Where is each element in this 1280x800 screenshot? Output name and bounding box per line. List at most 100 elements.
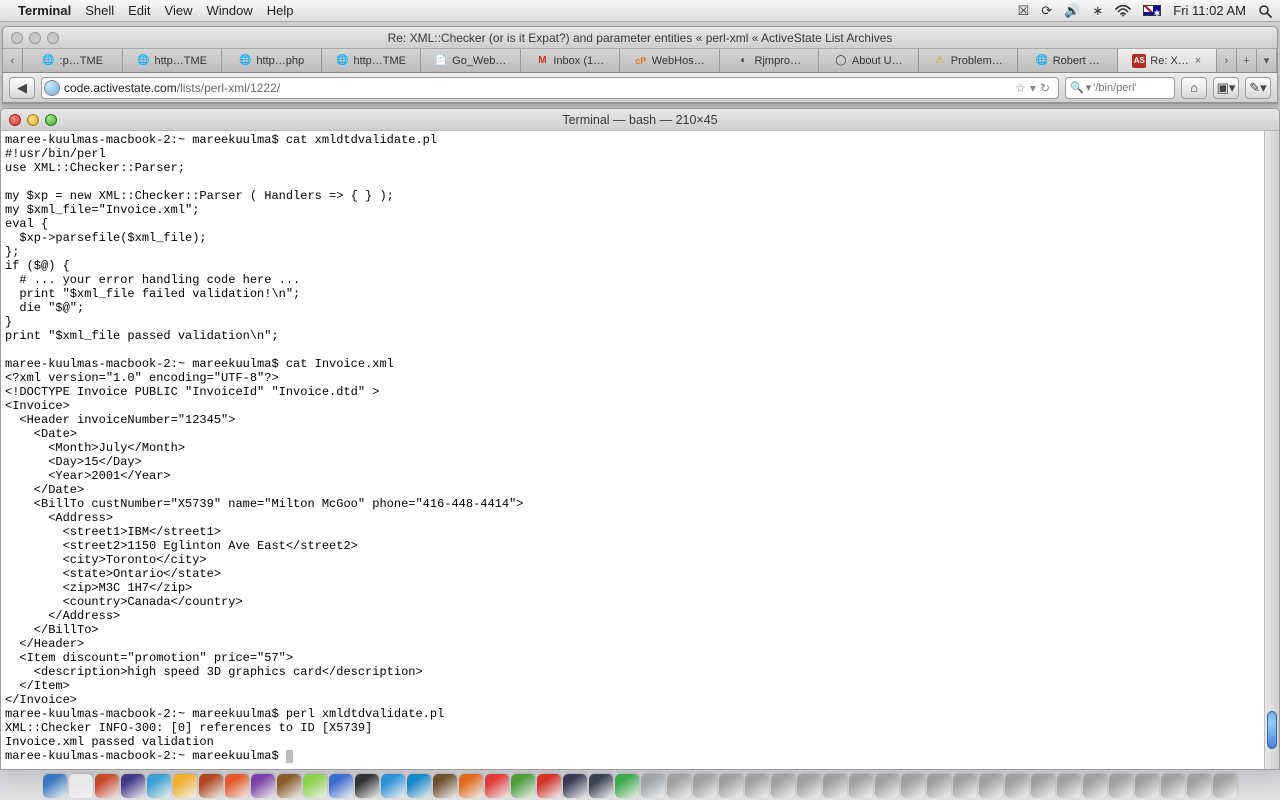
browser-tab[interactable]: 📄Go_Web… (421, 49, 521, 72)
dock-app-icon[interactable] (927, 774, 951, 798)
bluetooth-icon[interactable]: ∗ (1092, 3, 1103, 19)
dock-app-icon[interactable] (1109, 774, 1133, 798)
menu-view[interactable]: View (165, 3, 193, 18)
browser-tab[interactable]: 🌐:p…TME (23, 49, 123, 72)
dock[interactable] (0, 770, 1280, 800)
dock-app-icon[interactable] (381, 774, 405, 798)
dock-app-icon[interactable] (1161, 774, 1185, 798)
dock-app-icon[interactable] (1005, 774, 1029, 798)
inspector-button[interactable]: ✎▾ (1245, 77, 1271, 99)
dock-app-icon[interactable] (69, 774, 93, 798)
dock-app-icon[interactable] (979, 774, 1003, 798)
minimize-button[interactable] (29, 32, 41, 44)
browser-tab[interactable]: 🌐http…TME (123, 49, 223, 72)
zoom-button[interactable] (47, 32, 59, 44)
dock-app-icon[interactable] (875, 774, 899, 798)
notifications-icon[interactable]: ☒ (1018, 3, 1030, 19)
dock-app-icon[interactable] (849, 774, 873, 798)
minimize-button[interactable] (27, 114, 39, 126)
dock-app-icon[interactable] (95, 774, 119, 798)
back-button[interactable]: ◀ (9, 77, 35, 99)
dock-app-icon[interactable] (43, 774, 67, 798)
dock-app-icon[interactable] (199, 774, 223, 798)
safari-traffic-lights[interactable] (11, 32, 59, 44)
dock-app-icon[interactable] (537, 774, 561, 798)
dock-app-icon[interactable] (745, 774, 769, 798)
dock-app-icon[interactable] (407, 774, 431, 798)
home-button[interactable]: ⌂ (1181, 77, 1207, 99)
terminal-output[interactable]: maree-kuulmas-macbook-2:~ mareekuulma$ c… (1, 131, 1279, 769)
dock-app-icon[interactable] (433, 774, 457, 798)
menubar-clock[interactable]: Fri 11:02 AM (1173, 3, 1246, 18)
browser-tab[interactable]: 🌐http…php (222, 49, 322, 72)
dock-app-icon[interactable] (901, 774, 925, 798)
app-name[interactable]: Terminal (18, 3, 71, 18)
tab-overflow-left[interactable]: ‹ (3, 49, 23, 72)
zoom-button[interactable] (45, 114, 57, 126)
new-tab-button[interactable]: + (1237, 49, 1257, 72)
dock-app-icon[interactable] (277, 774, 301, 798)
browser-tab[interactable]: ⚠Problem… (919, 49, 1019, 72)
flag-icon[interactable] (1143, 5, 1161, 16)
dock-app-icon[interactable] (147, 774, 171, 798)
dock-app-icon[interactable] (615, 774, 639, 798)
dock-app-icon[interactable] (355, 774, 379, 798)
dock-app-icon[interactable] (1031, 774, 1055, 798)
search-field[interactable]: 🔍 ▾ '/bin/perl' (1065, 77, 1175, 99)
timemachine-icon[interactable]: ⟳ (1041, 3, 1052, 19)
tab-label: http…TME (353, 55, 406, 67)
volume-icon[interactable]: 🔊 (1064, 3, 1080, 19)
dock-app-icon[interactable] (485, 774, 509, 798)
dock-app-icon[interactable] (251, 774, 275, 798)
browser-tab[interactable]: MInbox (1… (521, 49, 621, 72)
menu-help[interactable]: Help (267, 3, 294, 18)
terminal-traffic-lights[interactable] (9, 114, 57, 126)
reader-icon[interactable]: ☆ (1015, 81, 1026, 95)
close-button[interactable] (11, 32, 23, 44)
tab-close-icon[interactable]: × (1195, 55, 1201, 67)
browser-tab[interactable]: 🌐http…TME (322, 49, 422, 72)
dock-app-icon[interactable] (173, 774, 197, 798)
dock-app-icon[interactable] (1213, 774, 1237, 798)
dock-app-icon[interactable] (719, 774, 743, 798)
dock-app-icon[interactable] (771, 774, 795, 798)
dock-app-icon[interactable] (1135, 774, 1159, 798)
tab-overflow-right[interactable]: › (1217, 49, 1237, 72)
menu-edit[interactable]: Edit (128, 3, 150, 18)
browser-tab[interactable]: ◐Rjmpro… (720, 49, 820, 72)
dock-app-icon[interactable] (563, 774, 587, 798)
dock-app-icon[interactable] (511, 774, 535, 798)
dock-app-icon[interactable] (1083, 774, 1107, 798)
scrollbar-thumb[interactable] (1267, 711, 1277, 749)
menu-window[interactable]: Window (207, 3, 253, 18)
dock-app-icon[interactable] (121, 774, 145, 798)
browser-tab[interactable]: cPWebHos… (620, 49, 720, 72)
rss-icon[interactable]: ▾ (1030, 81, 1036, 95)
address-bar[interactable]: code.activestate.com /lists/perl-xml/122… (41, 77, 1059, 99)
browser-tab[interactable]: ◯About U… (819, 49, 919, 72)
reload-icon[interactable]: ↻ (1040, 81, 1050, 95)
dock-app-icon[interactable] (641, 774, 665, 798)
dock-app-icon[interactable] (589, 774, 613, 798)
dock-app-icon[interactable] (797, 774, 821, 798)
dock-app-icon[interactable] (225, 774, 249, 798)
dock-app-icon[interactable] (667, 774, 691, 798)
browser-tab[interactable]: ASRe: X…× (1118, 49, 1218, 72)
terminal-scrollbar[interactable] (1264, 131, 1279, 769)
dock-app-icon[interactable] (329, 774, 353, 798)
spotlight-icon[interactable] (1258, 4, 1272, 18)
dock-app-icon[interactable] (1187, 774, 1211, 798)
wifi-icon[interactable] (1115, 5, 1131, 17)
menu-shell[interactable]: Shell (85, 3, 114, 18)
close-button[interactable] (9, 114, 21, 126)
dock-app-icon[interactable] (823, 774, 847, 798)
dock-app-icon[interactable] (1057, 774, 1081, 798)
bookmarks-button[interactable]: ▣▾ (1213, 77, 1239, 99)
dock-app-icon[interactable] (459, 774, 483, 798)
browser-tab[interactable]: 🌐Robert … (1018, 49, 1118, 72)
dock-app-icon[interactable] (693, 774, 717, 798)
terminal-window-title: Terminal — bash — 210×45 (562, 113, 717, 127)
dock-app-icon[interactable] (303, 774, 327, 798)
dock-app-icon[interactable] (953, 774, 977, 798)
tab-list-button[interactable]: ▾ (1257, 49, 1277, 72)
